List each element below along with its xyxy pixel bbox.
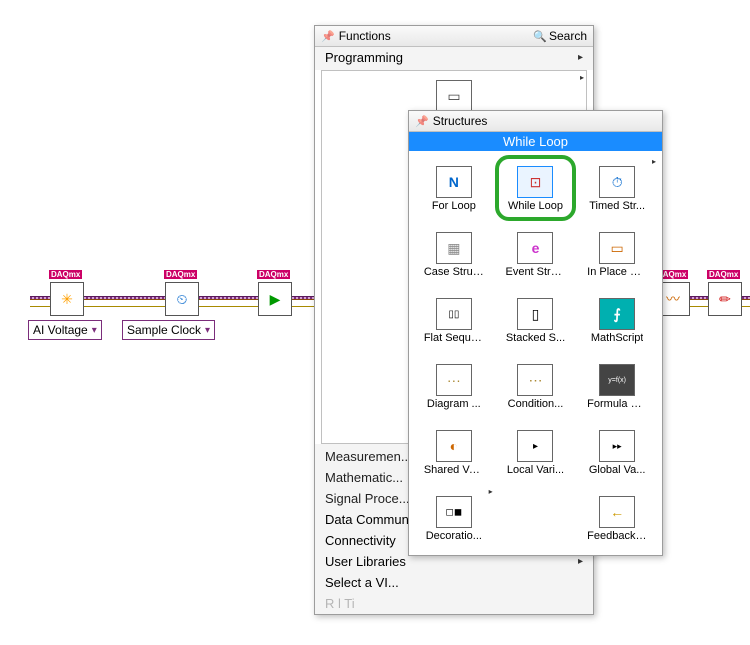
palette-item-label: MathScript [591, 332, 644, 344]
ico-inplace-icon [599, 232, 635, 264]
ico-deco-icon [436, 496, 472, 528]
daq-timing[interactable]: DAQmx [165, 282, 199, 316]
ico-flat-icon [436, 298, 472, 330]
palette-item-timed-str-[interactable]: ▸ Timed Str... [576, 155, 658, 221]
palette-item-label: Event Stru... [505, 266, 565, 278]
ico-for-icon [436, 166, 472, 198]
palette-item-formula-n-[interactable]: Formula N... [576, 353, 658, 419]
palette-item-label: In Place El... [587, 266, 647, 278]
pin-icon[interactable] [415, 114, 429, 128]
structures-grid: For Loop While Loop ▸ Timed Str... Case Stru… [409, 151, 662, 555]
palette-item-mathscript[interactable]: MathScript [576, 287, 658, 353]
ico-feedback-icon [599, 496, 635, 528]
palette-header: Structures [409, 111, 662, 132]
search-button[interactable]: Search [533, 29, 587, 43]
ico-case-icon [436, 232, 472, 264]
palette-item-shared-va-[interactable]: Shared Va... [413, 419, 495, 485]
daqmx-badge: DAQmx [257, 270, 290, 279]
palette-item-local-vari-[interactable]: Local Vari... [495, 419, 577, 485]
ico-formula-icon [599, 364, 635, 396]
palette-item-stacked-s-[interactable]: Stacked S... [495, 287, 577, 353]
palette-item-label: Diagram ... [427, 398, 481, 410]
palette-item-label: Timed Str... [589, 200, 645, 212]
ico-while-icon [517, 166, 553, 198]
palette-item-event-stru-[interactable]: Event Stru... [495, 221, 577, 287]
palette-item-label: Decoratio... [426, 530, 482, 542]
submenu-arrow-icon: ▸ [489, 487, 493, 496]
ico-local-icon [517, 430, 553, 462]
palette-item-label: Feedback ... [587, 530, 647, 542]
palette-item-label: For Loop [432, 200, 476, 212]
category-programming[interactable]: Programming▸ [315, 47, 593, 68]
submenu-arrow-icon: ▸ [652, 157, 656, 166]
palette-item-label: Global Va... [589, 464, 646, 476]
palette-item-decoratio-[interactable]: ▸ Decoratio... [413, 485, 495, 551]
palette-header: Functions Search [315, 26, 593, 47]
palette-item-in-place-el-[interactable]: In Place El... [576, 221, 658, 287]
palette-item-label: Formula N... [587, 398, 647, 410]
palette-item-label: Shared Va... [424, 464, 484, 476]
daqmx-badge: DAQmx [49, 270, 82, 279]
ico-shared-icon [436, 430, 472, 462]
daq-clear-task[interactable]: DAQmx [708, 282, 742, 316]
selected-item-banner: While Loop [409, 132, 662, 151]
ico-event-icon [517, 232, 553, 264]
ico-timed-icon [599, 166, 635, 198]
palette-item-label: Case Struc... [424, 266, 484, 278]
palette-item-diagram-[interactable]: Diagram ... [413, 353, 495, 419]
palette-item-global-va-[interactable]: Global Va... [576, 419, 658, 485]
ico-diag-icon [436, 364, 472, 396]
palette-item-label: While Loop [508, 200, 563, 212]
pin-icon[interactable] [321, 29, 335, 43]
sample-clock-select[interactable]: Sample Clock [122, 320, 215, 340]
ico-stacked-icon [517, 298, 553, 330]
palette-item-feedback-[interactable]: Feedback ... [576, 485, 658, 551]
structures-icon [436, 80, 472, 112]
palette-title: Functions [339, 29, 391, 43]
palette-item-condition-[interactable]: Condition... [495, 353, 577, 419]
palette-title: Structures [433, 114, 488, 128]
category-cutoff: R l Ti [315, 593, 593, 614]
palette-item-label: Condition... [508, 398, 564, 410]
ico-global-icon [599, 430, 635, 462]
palette-item-flat-seque-[interactable]: Flat Seque... [413, 287, 495, 353]
palette-item-while-loop[interactable]: While Loop [495, 155, 577, 221]
daqmx-badge: DAQmx [164, 270, 197, 279]
palette-item-label: Flat Seque... [424, 332, 484, 344]
palette-item-for-loop[interactable]: For Loop [413, 155, 495, 221]
ico-math-icon [599, 298, 635, 330]
category-select-vi[interactable]: Select a VI... [315, 572, 593, 593]
daqmx-badge: DAQmx [707, 270, 740, 279]
submenu-arrow-icon: ▸ [580, 73, 584, 82]
daq-start-task[interactable]: DAQmx [258, 282, 292, 316]
ai-voltage-select[interactable]: AI Voltage [28, 320, 102, 340]
ico-cond-icon [517, 364, 553, 396]
daq-create-channel[interactable]: DAQmx [50, 282, 84, 316]
structures-palette: Structures While Loop For Loop While Loop… [408, 110, 663, 556]
palette-item-case-struc-[interactable]: Case Struc... [413, 221, 495, 287]
palette-item-label: Local Vari... [507, 464, 564, 476]
chevron-right-icon: ▸ [578, 52, 583, 63]
palette-item-label: Stacked S... [506, 332, 565, 344]
